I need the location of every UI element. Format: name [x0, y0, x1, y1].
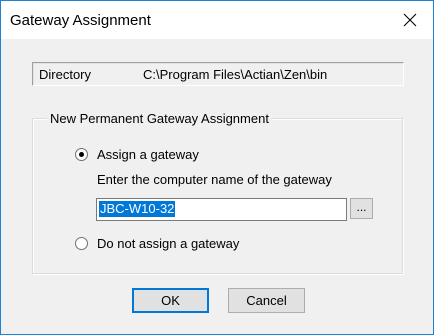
window-title: Gateway Assignment [10, 12, 151, 29]
cancel-button[interactable]: Cancel [228, 288, 305, 313]
directory-label: Directory [39, 67, 92, 82]
no-gateway-label[interactable]: Do not assign a gateway [97, 236, 239, 251]
close-icon [403, 13, 417, 27]
group-legend: New Permanent Gateway Assignment [47, 111, 272, 126]
directory-display: Directory C:\Program Files\Actian\Zen\bi… [32, 62, 404, 86]
directory-value: C:\Program Files\Actian\Zen\bin [143, 67, 328, 82]
no-gateway-radio-button[interactable] [75, 237, 88, 250]
close-button[interactable] [387, 1, 433, 39]
gateway-hint-label: Enter the computer name of the gateway [97, 172, 332, 187]
title-bar: Gateway Assignment [1, 1, 433, 39]
gateway-name-value[interactable]: JBC-W10-32 [99, 201, 176, 217]
assign-gateway-radio-button[interactable] [75, 148, 88, 161]
no-gateway-radio[interactable]: Do not assign a gateway [75, 236, 239, 251]
gateway-assignment-dialog: Gateway Assignment Directory C:\Program … [0, 0, 434, 335]
gateway-name-input[interactable]: JBC-W10-32 [96, 198, 347, 221]
browse-button[interactable]: ... [350, 198, 373, 219]
assign-gateway-radio[interactable]: Assign a gateway [75, 147, 199, 162]
ok-button[interactable]: OK [132, 288, 209, 313]
assign-gateway-label[interactable]: Assign a gateway [97, 147, 199, 162]
